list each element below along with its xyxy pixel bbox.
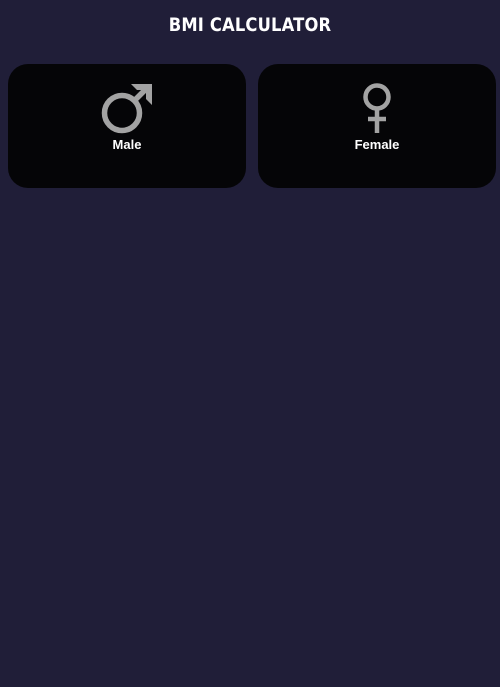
male-symbol-icon — [8, 82, 246, 138]
female-symbol-icon — [258, 82, 496, 138]
male-card[interactable]: Male — [8, 64, 246, 188]
female-card[interactable]: Female — [258, 64, 496, 188]
app-title: BMI CALCULATOR — [168, 14, 332, 36]
female-label: Female — [354, 137, 400, 152]
male-label: Male — [112, 137, 142, 152]
